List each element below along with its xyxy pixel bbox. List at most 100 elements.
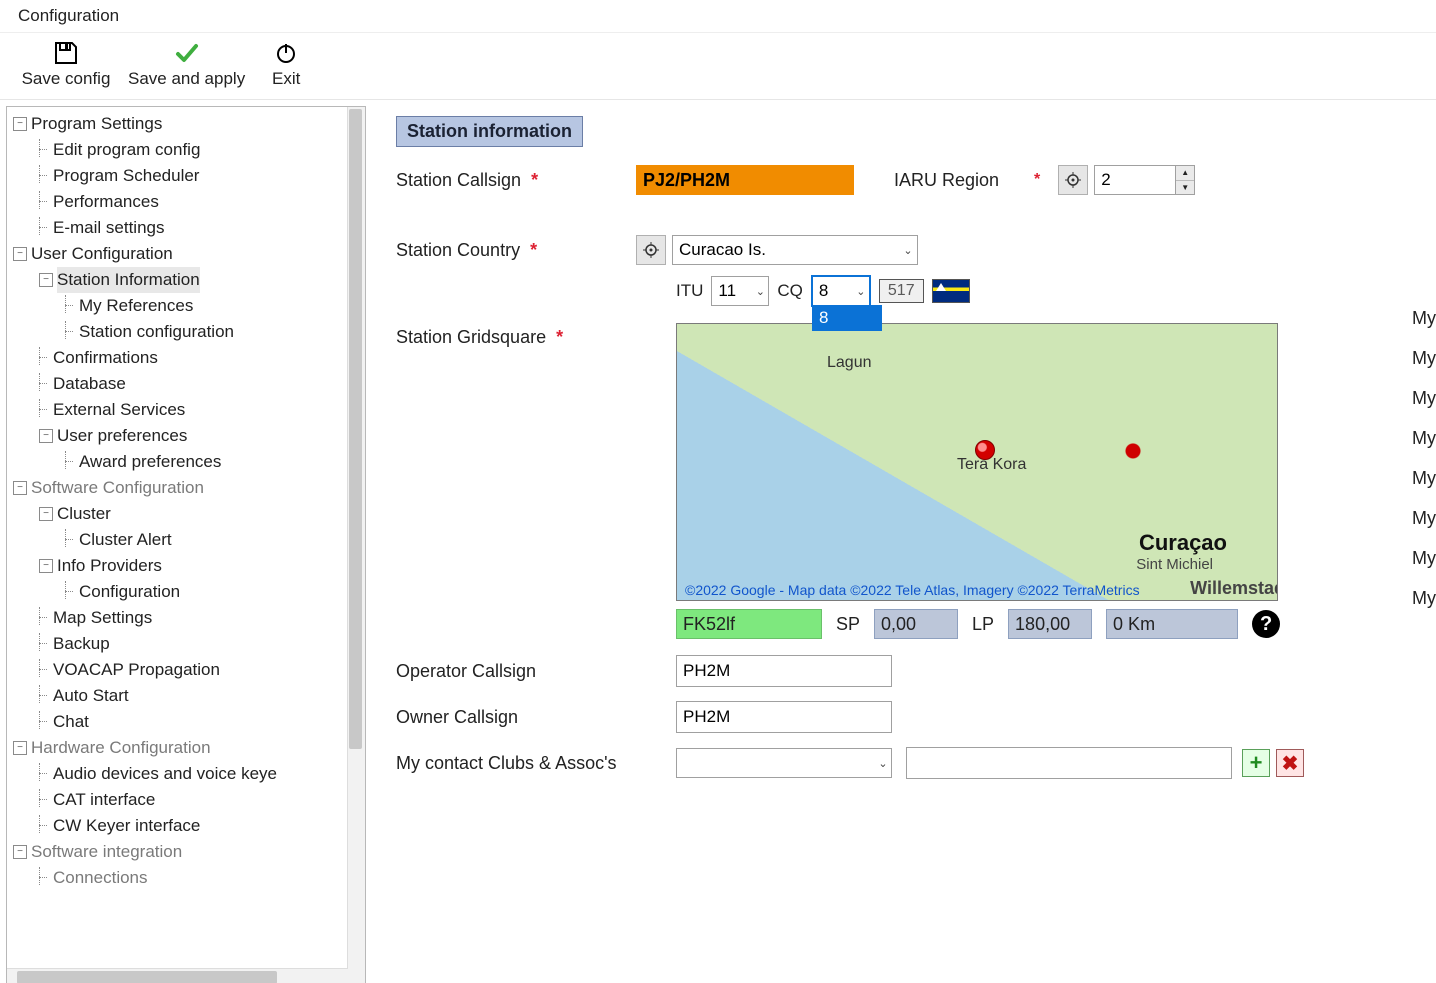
exit-label: Exit (272, 69, 300, 89)
collapse-icon[interactable]: − (13, 845, 27, 859)
required-marker: * (530, 240, 537, 260)
tree-connections[interactable]: Connections (13, 865, 361, 891)
collapse-icon[interactable]: − (39, 273, 53, 287)
tree-cw-keyer[interactable]: CW Keyer interface (13, 813, 361, 839)
my-label: My (1412, 458, 1436, 498)
content-panel: Station information Station Callsign* PJ… (372, 100, 1436, 983)
collapse-icon[interactable]: − (39, 559, 53, 573)
cq-combo[interactable]: ⌄ (811, 275, 871, 307)
tree-cluster[interactable]: −Cluster (13, 501, 361, 527)
tree-station-configuration[interactable]: Station configuration (13, 319, 361, 345)
exit-button[interactable]: Exit (257, 37, 315, 91)
collapse-icon[interactable]: − (13, 481, 27, 495)
station-country-input[interactable] (673, 239, 899, 261)
chevron-down-icon[interactable]: ⌄ (875, 757, 891, 770)
horizontal-scrollbar[interactable] (7, 968, 348, 983)
toolbar: Save config Save and apply Exit (0, 33, 1436, 100)
tree-program-settings[interactable]: −Program Settings (13, 111, 361, 137)
tree-auto-start[interactable]: Auto Start (13, 683, 361, 709)
station-callsign-input[interactable]: PJ2/PH2M (636, 165, 854, 195)
label-station-country: Station Country (396, 240, 520, 260)
label-itu: ITU (676, 281, 703, 301)
chevron-down-icon[interactable]: ⌄ (752, 285, 768, 298)
tree-hardware-configuration[interactable]: −Hardware Configuration (13, 735, 361, 761)
chevron-down-icon[interactable]: ⌄ (853, 285, 869, 298)
tree-ip-configuration[interactable]: Configuration (13, 579, 361, 605)
tree-confirmations[interactable]: Confirmations (13, 345, 361, 371)
vertical-scrollbar[interactable] (347, 107, 365, 983)
crosshair-icon (643, 242, 659, 258)
itu-input[interactable] (712, 280, 752, 302)
country-flag-icon (932, 279, 970, 303)
iaru-region-spinner[interactable]: ▲▼ (1094, 165, 1195, 195)
owner-callsign-input[interactable] (676, 701, 892, 733)
my-label: My (1412, 418, 1436, 458)
station-country-combo[interactable]: ⌄ (672, 235, 918, 265)
collapse-icon[interactable]: − (13, 741, 27, 755)
collapse-icon[interactable]: − (39, 429, 53, 443)
locate-country-button[interactable] (636, 235, 666, 265)
map-label-lagun: Lagun (827, 354, 872, 372)
tree-cluster-alert[interactable]: Cluster Alert (13, 527, 361, 553)
map-label-willemstad: Willemstad (1190, 578, 1278, 599)
my-label: My (1412, 378, 1436, 418)
clubs-text-input[interactable] (906, 747, 1232, 779)
spinner-down-button[interactable]: ▼ (1176, 181, 1194, 195)
tree-program-scheduler[interactable]: Program Scheduler (13, 163, 361, 189)
tree-voacap[interactable]: VOACAP Propagation (13, 657, 361, 683)
tree-email-settings[interactable]: E-mail settings (13, 215, 361, 241)
station-map[interactable]: Lagun Tera Kora Curaçao Sint Michiel Wil… (676, 323, 1278, 601)
locate-iaru-button[interactable] (1058, 165, 1088, 195)
label-station-callsign: Station Callsign (396, 170, 521, 190)
my-label: My (1412, 538, 1436, 578)
tree-info-providers[interactable]: −Info Providers (13, 553, 361, 579)
tree-software-configuration[interactable]: −Software Configuration (13, 475, 361, 501)
check-icon (174, 39, 200, 67)
tree-audio-devices[interactable]: Audio devices and voice keye (13, 761, 361, 787)
clubs-combo[interactable]: ⌄ (676, 748, 892, 778)
gridsquare-input[interactable]: FK52lf (676, 609, 822, 639)
my-fields-list: My My My My My My My My (1412, 298, 1436, 618)
required-marker: * (1034, 171, 1040, 189)
tree-user-preferences[interactable]: −User preferences (13, 423, 361, 449)
collapse-icon[interactable]: − (39, 507, 53, 521)
dxcc-code: 517 (879, 279, 924, 303)
window-title: Configuration (0, 0, 1436, 33)
remove-club-button[interactable]: ✖ (1276, 749, 1304, 777)
tree-database[interactable]: Database (13, 371, 361, 397)
lp-value: 180,00 (1008, 609, 1092, 639)
collapse-icon[interactable]: − (13, 247, 27, 261)
tree-map-settings[interactable]: Map Settings (13, 605, 361, 631)
tree-user-configuration[interactable]: −User Configuration (13, 241, 361, 267)
tree-edit-program-config[interactable]: Edit program config (13, 137, 361, 163)
tree-backup[interactable]: Backup (13, 631, 361, 657)
help-button[interactable]: ? (1252, 610, 1280, 638)
save-config-label: Save config (22, 69, 111, 89)
save-icon (53, 39, 79, 67)
tree-chat[interactable]: Chat (13, 709, 361, 735)
chevron-down-icon[interactable]: ⌄ (899, 244, 917, 257)
spinner-up-button[interactable]: ▲ (1176, 166, 1194, 181)
label-sp: SP (836, 614, 860, 635)
sp-value: 0,00 (874, 609, 958, 639)
tree-performances[interactable]: Performances (13, 189, 361, 215)
itu-combo[interactable]: ⌄ (711, 276, 769, 306)
tree-cat-interface[interactable]: CAT interface (13, 787, 361, 813)
map-label-tera-kora: Tera Kora (957, 456, 1026, 474)
cq-dropdown-option[interactable]: 8 (812, 305, 882, 331)
tree-software-integration[interactable]: −Software integration (13, 839, 361, 865)
iaru-region-input[interactable] (1095, 166, 1175, 194)
save-config-button[interactable]: Save config (16, 37, 116, 91)
operator-callsign-input[interactable] (676, 655, 892, 687)
tree-external-services[interactable]: External Services (13, 397, 361, 423)
cq-input[interactable] (813, 280, 853, 302)
add-club-button[interactable]: + (1242, 749, 1270, 777)
collapse-icon[interactable]: − (13, 117, 27, 131)
crosshair-icon (1065, 172, 1081, 188)
tree-my-references[interactable]: My References (13, 293, 361, 319)
tree-station-information[interactable]: −Station Information (13, 267, 361, 293)
clubs-combo-input[interactable] (677, 752, 875, 774)
tree-award-preferences[interactable]: Award preferences (13, 449, 361, 475)
save-apply-button[interactable]: Save and apply (124, 37, 249, 91)
required-marker: * (531, 170, 538, 190)
